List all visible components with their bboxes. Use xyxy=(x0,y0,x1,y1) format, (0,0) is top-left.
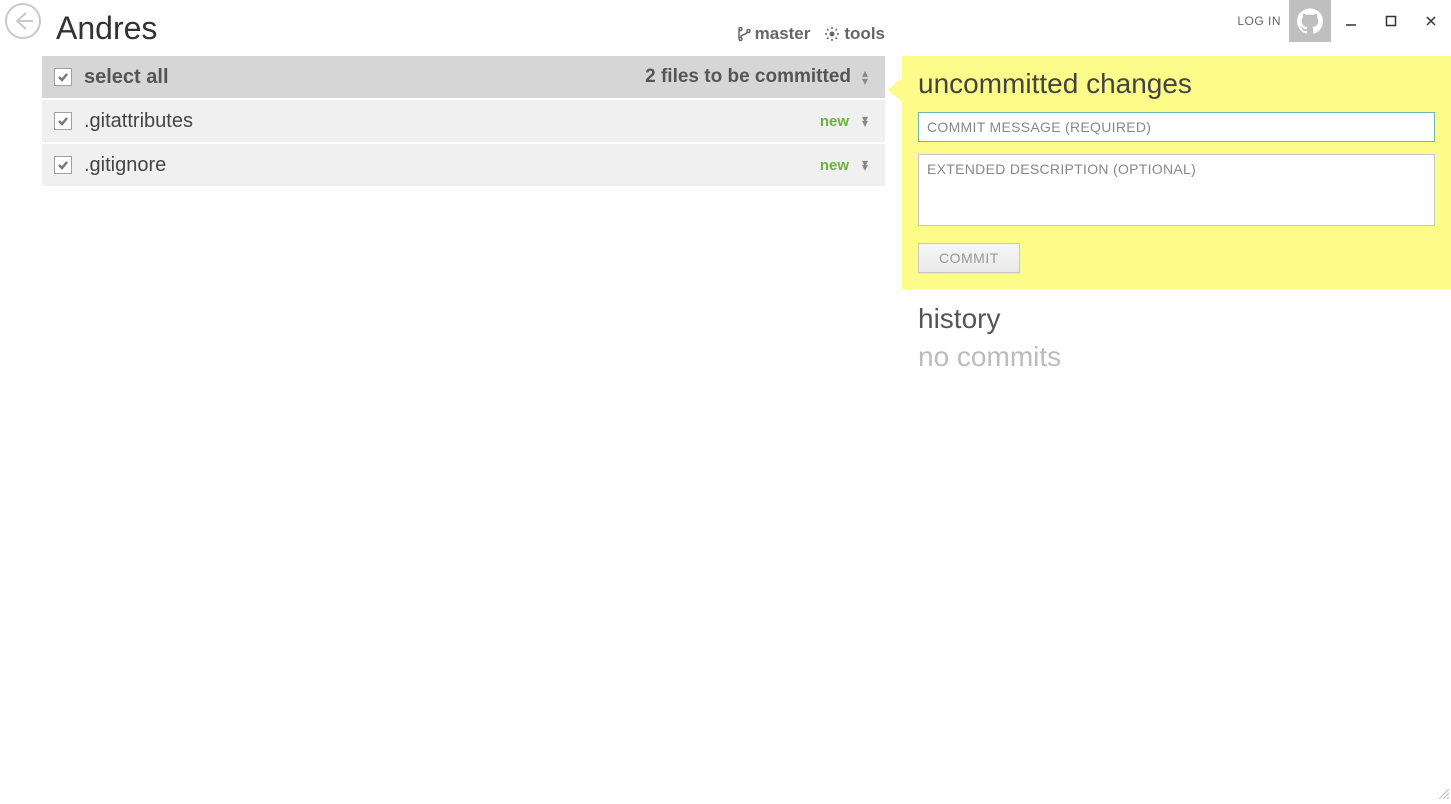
repo-title: Andres xyxy=(56,10,157,47)
files-panel: select all 2 files to be committed .gita… xyxy=(42,56,885,186)
window-maximize[interactable] xyxy=(1371,0,1411,42)
file-row[interactable]: .gitignore new xyxy=(42,144,885,186)
back-button[interactable] xyxy=(2,0,44,42)
select-all-label: select all xyxy=(84,66,169,89)
sort-icon[interactable] xyxy=(859,69,871,85)
expand-icon[interactable] xyxy=(859,159,871,171)
file-checkbox[interactable] xyxy=(54,156,72,174)
branch-selector[interactable]: master xyxy=(735,24,811,44)
tools-label: tools xyxy=(844,24,885,44)
history-title: history xyxy=(918,303,1451,335)
login-link[interactable]: LOG IN xyxy=(1237,14,1281,28)
commit-button[interactable]: COMMIT xyxy=(918,243,1020,273)
expand-icon[interactable] xyxy=(859,115,871,127)
history-empty: no commits xyxy=(918,341,1451,373)
commit-description-input[interactable] xyxy=(918,154,1435,226)
uncommitted-panel: uncommitted changes COMMIT xyxy=(902,56,1451,289)
commit-message-input[interactable] xyxy=(918,112,1435,142)
window-close[interactable] xyxy=(1411,0,1451,42)
file-status: new xyxy=(820,157,849,174)
file-checkbox[interactable] xyxy=(54,112,72,130)
window-minimize[interactable] xyxy=(1331,0,1371,42)
files-count-label: 2 files to be committed xyxy=(645,66,851,88)
resize-grip-icon[interactable] xyxy=(1437,786,1449,798)
files-header: select all 2 files to be committed xyxy=(42,56,885,98)
branch-label: master xyxy=(755,24,811,44)
file-name: .gitignore xyxy=(84,154,166,177)
uncommitted-title: uncommitted changes xyxy=(918,68,1435,100)
file-row[interactable]: .gitattributes new xyxy=(42,100,885,142)
file-name: .gitattributes xyxy=(84,110,193,133)
github-badge[interactable] xyxy=(1289,0,1331,42)
select-all-checkbox[interactable] xyxy=(54,68,72,86)
tools-menu[interactable]: tools xyxy=(824,24,885,44)
file-status: new xyxy=(820,113,849,130)
